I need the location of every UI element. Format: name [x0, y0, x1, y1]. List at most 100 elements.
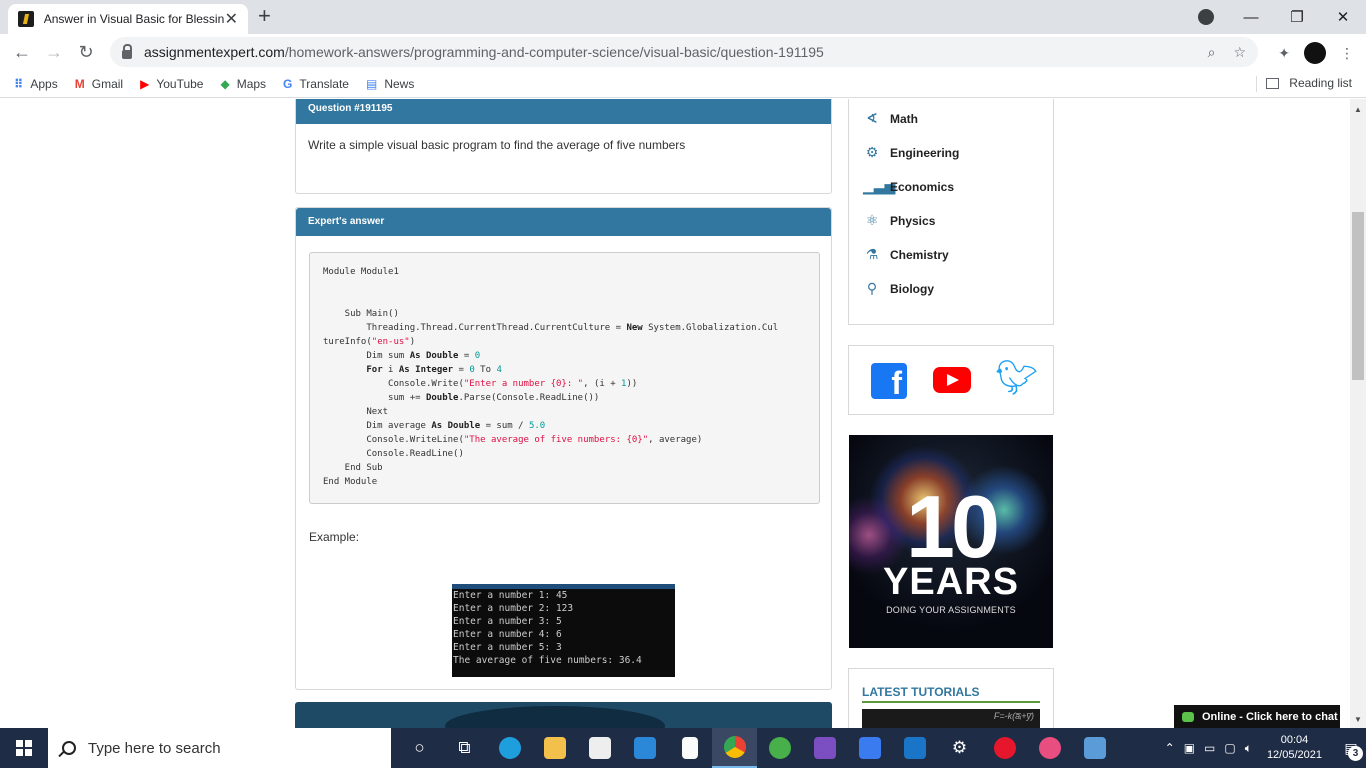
network-icon[interactable]: ▣ [1184, 741, 1195, 755]
page-scrollbar[interactable]: ▲ ▼ [1350, 99, 1366, 728]
category-engineering[interactable]: ⚙ Engineering [863, 144, 960, 161]
category-physics[interactable]: ⚛ Physics [863, 212, 936, 229]
menu-kebab-icon[interactable]: ⋮ [1340, 45, 1354, 62]
taskbar-clock[interactable]: 00:04 12/05/2021 [1267, 733, 1322, 763]
latest-tutorials-title: LATEST TUTORIALS [862, 685, 1040, 703]
profile-avatar[interactable] [1304, 42, 1326, 64]
task-view-icon[interactable]: ⧉ [442, 728, 487, 768]
question-panel: Question #191195 Write a simple visual b… [295, 99, 832, 194]
tab-close-icon[interactable]: ✕ [225, 9, 238, 29]
scrollbar-thumb[interactable] [1352, 212, 1364, 380]
notification-center-icon[interactable]: ▤3 [1336, 728, 1366, 768]
music-icon[interactable] [1027, 728, 1072, 768]
console-line: Enter a number 4: 6 [453, 629, 562, 640]
category-biology[interactable]: ⚲ Biology [863, 280, 934, 297]
social-links: f 🐦︎ [848, 345, 1054, 415]
maps-icon: ◆ [220, 76, 230, 91]
answer-header: Expert's answer [296, 208, 831, 236]
reload-icon[interactable]: ↻ [70, 42, 102, 63]
opera-icon[interactable] [982, 728, 1027, 768]
category-label: Engineering [890, 145, 960, 160]
youtube-social-icon[interactable] [933, 367, 971, 393]
flask-icon: ⚗ [865, 246, 879, 262]
minimize-icon[interactable]: — [1228, 9, 1274, 26]
visual-studio-icon[interactable] [802, 728, 847, 768]
bookmark-youtube[interactable]: ▶ YouTube [140, 77, 203, 91]
word-icon[interactable] [847, 728, 892, 768]
youtube-icon: ▶ [140, 76, 150, 91]
bookmark-separator [1256, 76, 1257, 92]
category-label: Economics [890, 179, 955, 194]
question-text: Write a simple visual basic program to f… [308, 138, 686, 152]
gmail-icon: M [74, 76, 85, 91]
bookmark-news[interactable]: ▤ News [366, 77, 414, 91]
console-output-image: Enter a number 1: 45 Enter a number 2: 1… [452, 584, 675, 677]
globe-app-icon[interactable] [757, 728, 802, 768]
restore-icon[interactable]: ❐ [1274, 8, 1320, 26]
bookmark-label: Maps [236, 76, 267, 91]
url-text[interactable]: assignmentexpert.com/homework-answers/pr… [144, 44, 824, 60]
chrome-icon[interactable] [712, 728, 757, 768]
reading-list-icon [1266, 77, 1280, 89]
bookmark-apps[interactable]: ⠿ Apps [14, 77, 58, 91]
address-bar[interactable]: assignmentexpert.com/homework-answers/pr… [110, 37, 1258, 67]
bookmark-label: Gmail [91, 76, 124, 91]
store-icon[interactable] [577, 728, 622, 768]
category-chemistry[interactable]: ⚗ Chemistry [863, 246, 949, 263]
banner-years: YEARS [883, 561, 1019, 603]
category-economics[interactable]: ▁▃▅ Economics [863, 178, 954, 195]
twitter-icon[interactable]: 🐦︎ [995, 360, 1038, 396]
media-player-icon[interactable] [892, 728, 937, 768]
zoom-search-icon[interactable]: ⌕ [1208, 44, 1216, 61]
reading-list-label: Reading list [1289, 76, 1352, 90]
banner-tagline: DOING YOUR ASSIGNMENTS [886, 605, 1016, 615]
photos-icon[interactable] [1072, 728, 1117, 768]
edge-icon[interactable] [487, 728, 532, 768]
show-hidden-icons-icon[interactable]: ⌃ [1165, 741, 1175, 755]
settings-gear-icon[interactable]: ⚙ [937, 728, 982, 768]
bookmark-maps[interactable]: ◆ Maps [220, 77, 266, 91]
latest-tutorials-panel: LATEST TUTORIALS F=-k(a̅ᵢ+y̅) [848, 668, 1054, 728]
scroll-down-icon[interactable]: ▼ [1354, 715, 1362, 724]
math-icon: ∢ [866, 110, 878, 126]
ten-years-banner[interactable]: 10 YEARS DOING YOUR ASSIGNMENTS [849, 435, 1053, 648]
lock-icon[interactable] [122, 43, 132, 59]
browser-tab[interactable]: Answer in Visual Basic for Blessin ✕ [8, 4, 248, 34]
category-label: Chemistry [890, 247, 949, 262]
promo-image-panel [295, 702, 832, 728]
bookmark-translate[interactable]: G Translate [283, 77, 349, 91]
tab-search-icon[interactable] [1198, 9, 1214, 25]
online-chat-button[interactable]: Online - Click here to chat [1174, 705, 1340, 728]
volume-icon[interactable]: 🔈︎ [1245, 741, 1252, 756]
battery-icon[interactable]: ▭ [1204, 741, 1215, 755]
browser-toolbar: ← → ↻ assignmentexpert.com/homework-answ… [0, 34, 1366, 70]
file-explorer-icon[interactable] [532, 728, 577, 768]
scroll-up-icon[interactable]: ▲ [1354, 105, 1362, 114]
new-tab-button[interactable]: + [258, 3, 271, 29]
category-label: Math [890, 111, 918, 126]
document-icon[interactable] [667, 728, 712, 768]
bookmark-gmail[interactable]: M Gmail [75, 77, 123, 91]
facebook-icon[interactable]: f [871, 363, 907, 401]
tutorial-thumbnail[interactable]: F=-k(a̅ᵢ+y̅) [862, 709, 1040, 728]
taskbar-search-box[interactable]: Type here to search [48, 728, 391, 768]
mail-icon[interactable] [622, 728, 667, 768]
category-label: Biology [890, 281, 934, 296]
start-button[interactable] [0, 728, 48, 768]
chat-tray-icon[interactable]: ▢ [1224, 741, 1235, 755]
forward-icon[interactable]: → [38, 42, 70, 63]
browser-tab-strip: Answer in Visual Basic for Blessin ✕ + —… [0, 0, 1366, 34]
bookmark-star-icon[interactable]: ☆ [1233, 44, 1246, 61]
bookmark-label: YouTube [156, 76, 204, 91]
answer-panel: Expert's answer Module Module1 Sub Main(… [295, 207, 832, 690]
back-icon[interactable]: ← [6, 42, 38, 63]
apps-grid-icon: ⠿ [14, 76, 24, 91]
close-window-icon[interactable]: ✕ [1320, 8, 1366, 26]
extensions-puzzle-icon[interactable]: ✦ [1278, 45, 1290, 62]
reading-list-button[interactable]: Reading list [1266, 76, 1352, 90]
category-label: Physics [890, 213, 936, 228]
cortana-icon[interactable]: ○ [397, 728, 442, 768]
atom-icon: ⚛ [865, 212, 879, 228]
category-math[interactable]: ∢ Math [863, 110, 918, 127]
window-controls: — ❐ ✕ [1228, 0, 1366, 34]
